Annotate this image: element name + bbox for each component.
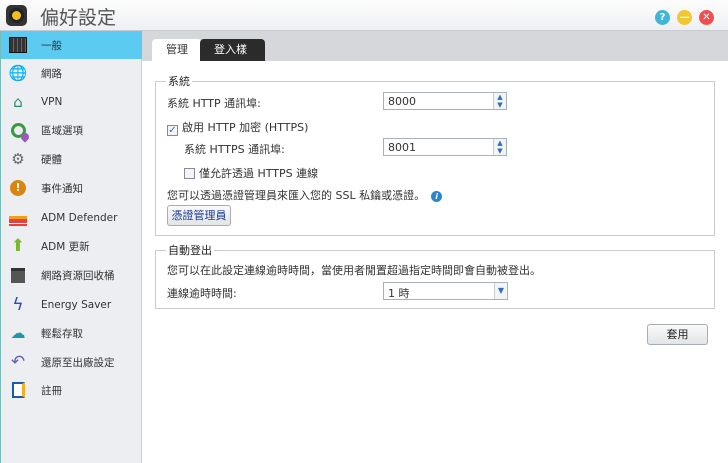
globe-pin-icon (9, 121, 31, 143)
https-port-stepper[interactable]: 8001 ▲ ▼ (383, 138, 507, 156)
https-port-label: 系統 HTTPS 通訊埠: (184, 143, 285, 156)
alert-icon: ! (9, 179, 27, 197)
apply-button[interactable]: 套用 (647, 324, 708, 345)
register-icon (9, 381, 27, 399)
sidebar: 一般 🌐 網路 ⌂ VPN 區域選項 ⚙ 硬體 ! 事件通知 ADM Defender … (0, 31, 142, 463)
checkbox-unchecked-icon[interactable] (184, 168, 195, 179)
server-icon (9, 36, 27, 54)
timeout-label: 連線逾時時間: (167, 287, 237, 300)
minimize-icon[interactable]: — (677, 10, 692, 25)
https-enable-checkbox[interactable]: ✓ 啟用 HTTP 加密 (HTTPS) (167, 119, 308, 136)
checkbox-checked-icon[interactable]: ✓ (167, 125, 178, 136)
autologout-legend: 自動登出 (168, 244, 212, 257)
title-bar: 偏好設定 ? — ✕ (0, 0, 728, 31)
wrench-icon: ⚙ (11, 150, 25, 168)
sidebar-item-adm-update[interactable]: ⬆ ADM 更新 (1, 232, 142, 260)
trash-icon (9, 266, 27, 284)
chevron-down-icon[interactable]: ▼ (494, 283, 507, 299)
cert-note: 您可以透過憑證管理員來匯入您的 SSL 私鑰或憑證。 i (167, 187, 443, 203)
firewall-icon (9, 209, 27, 227)
http-port-stepper[interactable]: 8000 ▲ ▼ (383, 92, 507, 110)
house-network-icon: ⌂ (13, 93, 23, 111)
lightning-icon: ϟ (12, 295, 24, 315)
main-panel: 管理 登入樣式 系統 系統 HTTP 通訊埠: 8000 ▲ ▼ ✓ 啟用 HTTP … (142, 31, 728, 463)
sidebar-item-registration[interactable]: 註冊 (1, 376, 142, 404)
tab-strip: 管理 登入樣式 (142, 31, 728, 78)
timeout-select[interactable]: 1 時 ▼ (383, 282, 508, 300)
system-legend: 系統 (168, 75, 190, 88)
app-logo-icon (6, 5, 27, 26)
cloud-upload-icon: ☁ (10, 324, 26, 342)
spinner-arrows-icon[interactable]: ▲ ▼ (493, 139, 506, 155)
https-only-checkbox[interactable]: 僅允許透過 HTTPS 連線 (184, 165, 318, 181)
cert-manager-button[interactable]: 憑證管理員 (167, 205, 231, 226)
sidebar-item-factory-reset[interactable]: ↶ 還原至出廠設定 (1, 348, 142, 376)
sidebar-item-network[interactable]: 🌐 網路 (1, 59, 142, 87)
close-icon[interactable]: ✕ (699, 10, 714, 25)
autologout-note: 您可以在此設定連線逾時時間，當使用者閒置超過指定時間即會自動被登出。 (167, 264, 541, 277)
sidebar-item-region[interactable]: 區域選項 (1, 116, 142, 144)
sidebar-item-recycle-bin[interactable]: 網路資源回收桶 (1, 261, 142, 289)
sidebar-item-vpn[interactable]: ⌂ VPN (1, 88, 142, 116)
sidebar-item-ezconnect[interactable]: ☁ 輕鬆存取 (1, 319, 142, 347)
window-title: 偏好設定 (40, 7, 117, 29)
undo-icon: ↶ (10, 352, 26, 372)
globe-icon: 🌐 (8, 64, 28, 82)
arrow-up-icon: ⬆ (10, 236, 26, 256)
sidebar-item-energy-saver[interactable]: ϟ Energy Saver (1, 291, 142, 319)
sidebar-item-general[interactable]: 一般 (1, 31, 142, 59)
sidebar-item-notification[interactable]: ! 事件通知 (1, 174, 142, 202)
help-icon[interactable]: ? (655, 10, 670, 25)
sidebar-item-adm-defender[interactable]: ADM Defender (1, 204, 142, 232)
spinner-arrows-icon[interactable]: ▲ ▼ (493, 93, 506, 109)
info-icon[interactable]: i (431, 191, 443, 202)
sidebar-item-hardware[interactable]: ⚙ 硬體 (1, 145, 142, 173)
tab-management[interactable]: 管理 (152, 39, 202, 61)
tab-login-style[interactable]: 登入樣式 (200, 39, 265, 78)
http-port-label: 系統 HTTP 通訊埠: (167, 97, 261, 110)
